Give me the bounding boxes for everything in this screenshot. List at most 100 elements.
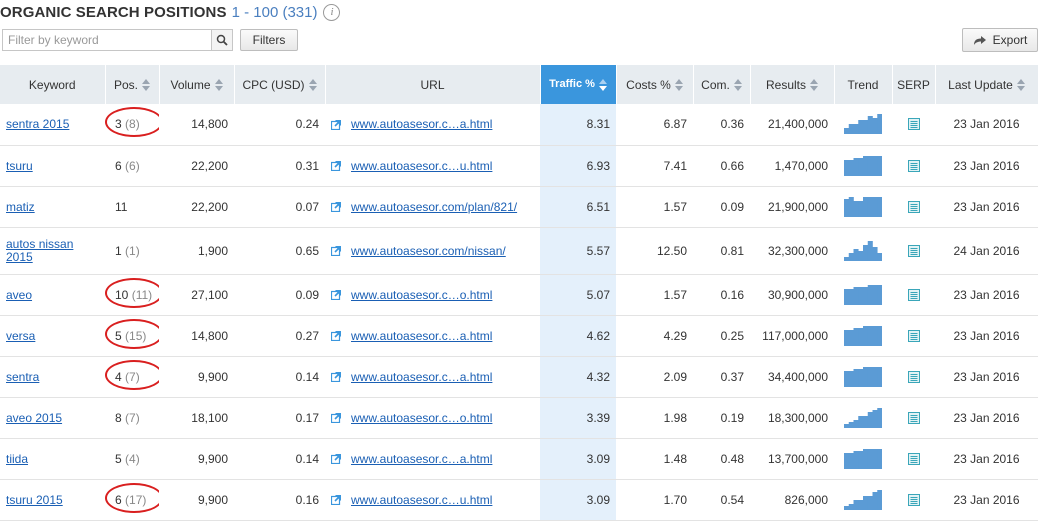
keyword-link[interactable]: sentra	[6, 370, 39, 384]
keyword-filter-input[interactable]	[3, 30, 211, 50]
serp-icon[interactable]	[907, 452, 920, 465]
trend-bar	[877, 489, 882, 510]
url-link[interactable]: www.autoasesor.c…a.html	[351, 370, 492, 384]
serp-icon[interactable]	[907, 411, 920, 424]
url-cell: www.autoasesor.c…u.html	[325, 479, 540, 521]
external-link-icon[interactable]	[331, 119, 342, 130]
external-link-icon[interactable]	[331, 160, 342, 171]
trend-sparkline[interactable]	[844, 407, 882, 428]
trend-cell	[834, 227, 892, 275]
keyword-cell: versa	[0, 315, 105, 357]
serp-icon[interactable]	[907, 200, 920, 213]
filters-button[interactable]: Filters	[240, 29, 298, 51]
table-row: autos nissan 2015 1 (1) 1,900 0.65 www.autoa…	[0, 227, 1038, 275]
external-link-icon[interactable]	[331, 412, 342, 423]
trend-bar	[877, 284, 882, 305]
keyword-link[interactable]: tsuru	[6, 159, 33, 173]
external-link-icon[interactable]	[331, 245, 342, 256]
export-button[interactable]: Export	[962, 28, 1038, 52]
trend-bar	[858, 250, 864, 261]
trend-sparkline[interactable]	[844, 366, 882, 387]
url-link[interactable]: www.autoasesor.c…o.html	[351, 411, 492, 425]
keyword-link[interactable]: tsuru 2015	[6, 493, 63, 507]
positions-table: Keyword Pos. Volume CPC (USD) URL Traffi…	[0, 65, 1039, 521]
external-link-icon[interactable]	[331, 289, 342, 300]
trend-sparkline[interactable]	[844, 325, 882, 346]
trend-sparkline[interactable]	[844, 284, 882, 305]
last-update-cell: 23 Jan 2016	[935, 104, 1038, 146]
trend-bar	[863, 196, 869, 217]
url-link[interactable]: www.autoasesor.c…a.html	[351, 117, 492, 131]
search-button[interactable]	[211, 30, 232, 50]
col-com[interactable]: Com.	[693, 65, 751, 104]
trend-bar	[844, 159, 850, 176]
trend-bar	[844, 329, 850, 346]
position-cell: 10 (11)	[105, 274, 159, 316]
trend-bar	[844, 256, 850, 261]
trend-sparkline[interactable]	[844, 114, 882, 135]
trend-bar	[877, 448, 882, 469]
serp-icon[interactable]	[907, 118, 920, 131]
trend-sparkline[interactable]	[844, 196, 882, 217]
keyword-link[interactable]: matiz	[6, 200, 35, 214]
url-link[interactable]: www.autoasesor.c…u.html	[351, 493, 492, 507]
trend-bar	[844, 505, 850, 510]
external-link-icon[interactable]	[331, 453, 342, 464]
external-link-icon[interactable]	[331, 371, 342, 382]
url-link[interactable]: www.autoasesor.com/nissan/	[351, 244, 506, 258]
url-cell: www.autoasesor.com/plan/821/	[325, 186, 540, 228]
serp-icon[interactable]	[907, 159, 920, 172]
trend-bar	[867, 284, 873, 305]
url-link[interactable]: www.autoasesor.c…o.html	[351, 288, 492, 302]
col-traffic[interactable]: Traffic %	[540, 65, 617, 104]
col-cpc[interactable]: CPC (USD)	[234, 65, 326, 104]
col-keyword[interactable]: Keyword	[0, 65, 106, 104]
url-link[interactable]: www.autoasesor.c…a.html	[351, 452, 492, 466]
serp-icon[interactable]	[907, 329, 920, 342]
trend-bar	[858, 327, 864, 346]
trend-sparkline[interactable]	[844, 155, 882, 176]
results-cell: 21,900,000	[750, 186, 834, 228]
serp-icon[interactable]	[907, 370, 920, 383]
cpc-cell: 0.14	[234, 356, 325, 398]
external-link-icon[interactable]	[331, 201, 342, 212]
position-cell: 6 (6)	[105, 145, 159, 187]
url-link[interactable]: www.autoasesor.com/plan/821/	[351, 200, 517, 214]
info-icon[interactable]: i	[323, 3, 341, 21]
cpc-cell: 0.27	[234, 315, 325, 357]
trend-sparkline[interactable]	[844, 448, 882, 469]
trend-bar	[853, 450, 859, 469]
previous-position: (1)	[125, 243, 140, 258]
serp-icon[interactable]	[907, 493, 920, 506]
col-volume[interactable]: Volume	[159, 65, 235, 104]
trend-bar	[867, 155, 873, 176]
trend-sparkline[interactable]	[844, 489, 882, 510]
keyword-link[interactable]: versa	[6, 329, 35, 343]
col-costs[interactable]: Costs %	[616, 65, 694, 104]
url-link[interactable]: www.autoasesor.c…a.html	[351, 329, 492, 343]
col-pos[interactable]: Pos.	[105, 65, 160, 104]
trend-bar	[844, 452, 850, 469]
external-link-icon[interactable]	[331, 494, 342, 505]
trend-sparkline[interactable]	[844, 240, 882, 261]
trend-bar	[848, 452, 854, 469]
keyword-link[interactable]: aveo	[6, 288, 32, 302]
keyword-link[interactable]: autos nissan 2015	[6, 237, 99, 264]
trend-bar	[872, 155, 878, 176]
col-results[interactable]: Results	[750, 65, 835, 104]
cpc-cell: 0.31	[234, 145, 325, 187]
keyword-link[interactable]: aveo 2015	[6, 411, 62, 425]
external-link-icon[interactable]	[331, 330, 342, 341]
keyword-link[interactable]: sentra 2015	[6, 118, 69, 131]
col-url[interactable]: URL	[325, 65, 541, 104]
serp-cell	[892, 438, 935, 480]
keyword-link[interactable]: tiida	[6, 452, 28, 466]
col-last-update[interactable]: Last Update	[935, 65, 1039, 104]
trend-bar	[844, 288, 850, 305]
trend-bar	[853, 419, 859, 428]
trend-bar	[863, 448, 869, 469]
serp-icon[interactable]	[907, 288, 920, 301]
serp-icon[interactable]	[907, 244, 920, 257]
url-link[interactable]: www.autoasesor.c…u.html	[351, 159, 492, 173]
last-update-cell: 23 Jan 2016	[935, 479, 1038, 521]
